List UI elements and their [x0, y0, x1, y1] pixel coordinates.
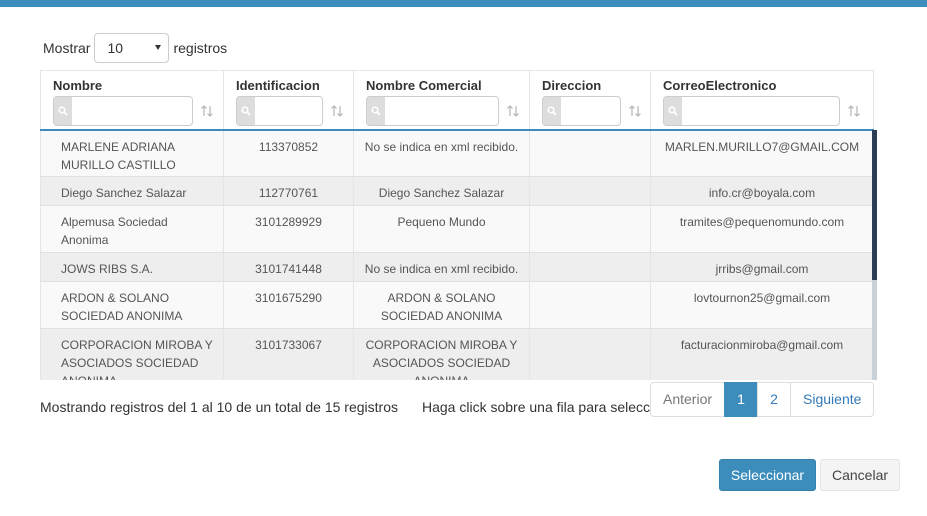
selection-hint: Haga click sobre una fila para seleccion…	[422, 399, 650, 415]
search-icon	[367, 97, 385, 125]
search-icon	[664, 97, 682, 125]
sort-icon[interactable]	[200, 104, 214, 118]
sort-icon[interactable]	[628, 104, 642, 118]
filter-input-direccion[interactable]	[542, 96, 621, 126]
column-header-nombre[interactable]: Nombre	[40, 70, 224, 131]
cancel-button[interactable]: Cancelar	[820, 459, 900, 491]
sort-icon[interactable]	[506, 104, 520, 118]
cell-identificacion: 3101289929	[223, 205, 354, 253]
column-header-direccion[interactable]: Direccion	[529, 70, 651, 131]
cell-direccion	[529, 176, 651, 206]
cell-direccion	[529, 252, 651, 282]
page-length-select[interactable]: 10	[94, 33, 170, 63]
filter-input-correo[interactable]	[663, 96, 840, 126]
cell-nombre: Diego Sanchez Salazar	[40, 176, 224, 206]
cell-identificacion: 3101675290	[223, 281, 354, 329]
cell-direccion	[529, 281, 651, 329]
pagination-page-2[interactable]: 2	[757, 382, 792, 417]
table-row[interactable]: Diego Sanchez Salazar 112770761 Diego Sa…	[40, 176, 874, 206]
cell-nombre-comercial: Pequeno Mundo	[353, 205, 530, 253]
cell-nombre: CORPORACION MIROBA Y ASOCIADOS SOCIEDAD …	[40, 328, 224, 380]
cell-correo: MARLEN.MURILLO7@GMAIL.COM	[650, 129, 874, 177]
data-table-container[interactable]: Nombre Identificacion Nombre Comercial D…	[40, 70, 877, 380]
cell-direccion	[529, 328, 651, 380]
cell-nombre-comercial: Diego Sanchez Salazar	[353, 176, 530, 206]
pagination: Anterior 1 2 Siguiente	[650, 382, 875, 417]
search-icon	[543, 97, 561, 125]
cell-correo: lovtournon25@gmail.com	[650, 281, 874, 329]
table-info: Mostrando registros del 1 al 10 de un to…	[40, 399, 398, 415]
column-title: Nombre	[53, 78, 103, 93]
length-label-after: registros	[173, 40, 228, 56]
column-title: Direccion	[542, 78, 602, 93]
filter-input-identificacion[interactable]	[236, 96, 323, 126]
cell-correo: tramites@pequenomundo.com	[650, 205, 874, 253]
cell-direccion	[529, 129, 651, 177]
cell-nombre-comercial: No se indica en xml recibido.	[353, 129, 530, 177]
filter-input-nombre-comercial[interactable]	[366, 96, 499, 126]
table-header-row: Nombre Identificacion Nombre Comercial D…	[40, 70, 874, 131]
column-title: CorreoElectronico	[663, 78, 777, 93]
cell-nombre-comercial: CORPORACION MIROBA Y ASOCIADOS SOCIEDAD …	[353, 328, 530, 380]
column-header-nombre-comercial[interactable]: Nombre Comercial	[353, 70, 530, 131]
cell-nombre: MARLENE ADRIANA MURILLO CASTILLO	[40, 129, 224, 177]
cell-identificacion: 112770761	[223, 176, 354, 206]
data-table: Nombre Identificacion Nombre Comercial D…	[40, 70, 874, 380]
page-length-value: 10	[107, 40, 124, 56]
scrollbar-thumb[interactable]	[872, 130, 877, 280]
column-title: Nombre Comercial	[366, 78, 482, 93]
chevron-down-icon	[155, 45, 162, 50]
column-header-identificacion[interactable]: Identificacion	[223, 70, 354, 131]
cell-correo: info.cr@boyala.com	[650, 176, 874, 206]
page-length-control: Mostrar 10 registros	[43, 33, 227, 63]
cell-identificacion: 3101733067	[223, 328, 354, 380]
filter-input-nombre[interactable]	[53, 96, 193, 126]
select-button[interactable]: Seleccionar	[719, 459, 816, 491]
cell-nombre: JOWS RIBS S.A.	[40, 252, 224, 282]
cell-nombre-comercial: No se indica en xml recibido.	[353, 252, 530, 282]
pagination-next[interactable]: Siguiente	[790, 382, 875, 417]
length-label-before: Mostrar	[43, 40, 91, 56]
sort-icon[interactable]	[330, 104, 344, 118]
search-icon	[237, 97, 255, 125]
cell-nombre: ARDON & SOLANO SOCIEDAD ANONIMA	[40, 281, 224, 329]
modal-top-bar	[0, 0, 927, 7]
pagination-page-1[interactable]: 1	[724, 382, 759, 417]
column-title: Identificacion	[236, 78, 320, 93]
table-row[interactable]: Alpemusa Sociedad Anonima 3101289929 Peq…	[40, 205, 874, 253]
cell-direccion	[529, 205, 651, 253]
table-row[interactable]: JOWS RIBS S.A. 3101741448 No se indica e…	[40, 252, 874, 282]
search-icon	[54, 97, 72, 125]
pagination-prev[interactable]: Anterior	[650, 382, 726, 417]
table-scrollbar[interactable]	[872, 130, 877, 380]
table-row[interactable]: CORPORACION MIROBA Y ASOCIADOS SOCIEDAD …	[40, 328, 874, 380]
table-row[interactable]: MARLENE ADRIANA MURILLO CASTILLO 1133708…	[40, 129, 874, 177]
table-row[interactable]: ARDON & SOLANO SOCIEDAD ANONIMA 31016752…	[40, 281, 874, 329]
column-header-correo[interactable]: CorreoElectronico	[650, 70, 874, 131]
cell-correo: facturacionmiroba@gmail.com	[650, 328, 874, 380]
cell-identificacion: 113370852	[223, 129, 354, 177]
cell-nombre-comercial: ARDON & SOLANO SOCIEDAD ANONIMA	[353, 281, 530, 329]
cell-correo: jrribs@gmail.com	[650, 252, 874, 282]
cell-nombre: Alpemusa Sociedad Anonima	[40, 205, 224, 253]
sort-icon[interactable]	[847, 104, 861, 118]
cell-identificacion: 3101741448	[223, 252, 354, 282]
